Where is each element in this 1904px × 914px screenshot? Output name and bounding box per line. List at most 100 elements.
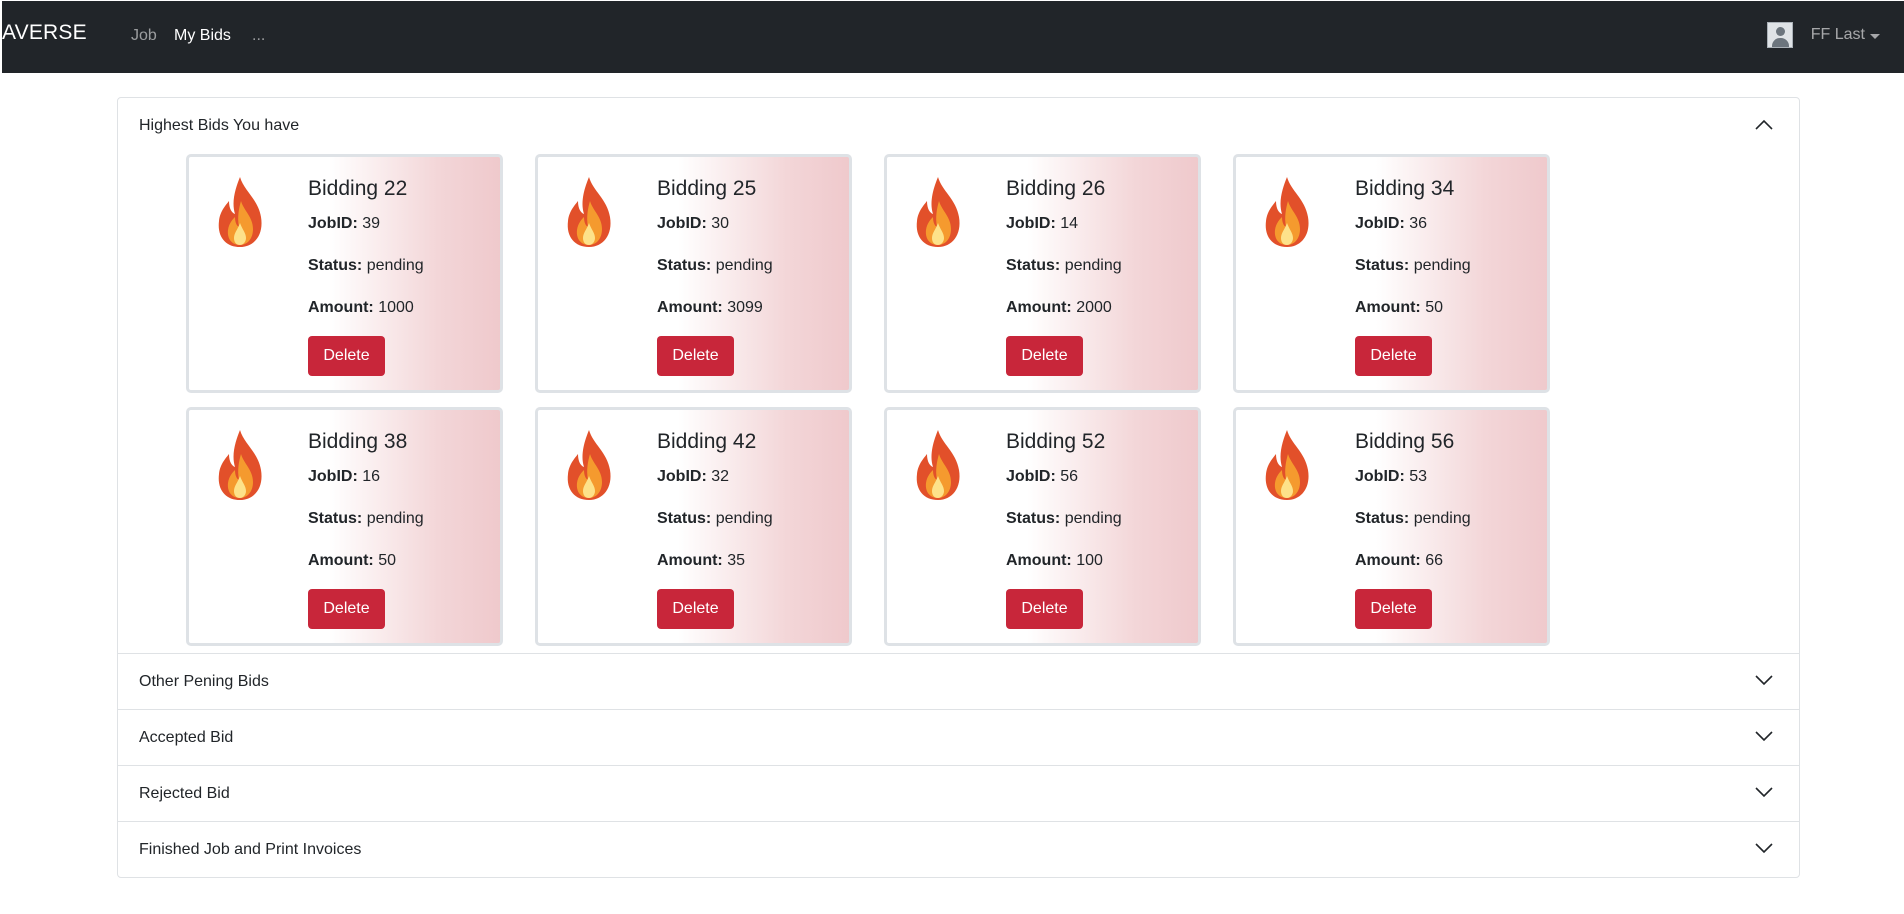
bid-amount: Amount: 35 [657,552,745,570]
bid-status: Status: pending [1006,510,1122,528]
brand-logo[interactable]: AVERSE [2,21,87,45]
amount-value: 3099 [727,299,763,316]
amount-value: 50 [1425,299,1444,316]
amount-label: Amount: [308,552,374,569]
amount-label: Amount: [657,552,723,569]
bid-amount: Amount: 2000 [1006,299,1112,317]
jobid-value: 56 [1060,468,1079,485]
nav-link-my-bids[interactable]: My Bids [174,27,231,45]
fire-icon [218,177,262,247]
bid-card-title: Bidding 22 [308,177,408,200]
amount-value: 100 [1076,552,1103,569]
status-value: pending [1413,257,1471,274]
accordion-header-finished-jobs[interactable]: Finished Job and Print Invoices [118,822,1799,877]
accordion-section-finished-jobs: Finished Job and Print Invoices [118,821,1799,877]
delete-bid-button[interactable]: Delete [1006,336,1083,376]
accordion-section-other-pending-bids: Other Pening Bids [118,653,1799,709]
amount-label: Amount: [1006,552,1072,569]
bids-accordion: Highest Bids You have Bidding 22 JobID: 3… [117,97,1800,878]
accordion-title: Highest Bids You have [139,117,300,134]
nav-link-more[interactable]: ... [252,27,265,45]
bid-jobid: JobID: 53 [1355,468,1427,486]
bid-jobid: JobID: 30 [657,215,729,233]
accordion-header-accepted-bid[interactable]: Accepted Bid [118,710,1799,765]
delete-bid-button[interactable]: Delete [657,336,734,376]
accordion-section-accepted-bid: Accepted Bid [118,709,1799,765]
bid-amount: Amount: 66 [1355,552,1443,570]
delete-bid-button[interactable]: Delete [657,589,734,629]
amount-label: Amount: [1355,299,1421,316]
delete-bid-button[interactable]: Delete [308,336,385,376]
bid-card: Bidding 26 JobID: 14 Status: pending Amount… [884,154,1201,393]
bid-jobid: JobID: 32 [657,468,729,486]
bid-card: Bidding 38 JobID: 16 Status: pending Amount… [186,407,503,646]
status-label: Status: [1006,510,1061,527]
user-name: FF Last [1810,26,1865,43]
accordion-header-rejected-bid[interactable]: Rejected Bid [118,766,1799,821]
bid-jobid: JobID: 36 [1355,215,1427,233]
status-value: pending [1064,510,1122,527]
jobid-label: JobID: [308,215,358,232]
bid-jobid: JobID: 56 [1006,468,1078,486]
fire-icon [218,430,262,500]
amount-value: 2000 [1076,299,1112,316]
jobid-label: JobID: [1355,215,1405,232]
chevron-down-icon [1755,675,1773,686]
bid-amount: Amount: 1000 [308,299,414,317]
delete-bid-button[interactable]: Delete [1355,589,1432,629]
bid-card: Bidding 25 JobID: 30 Status: pending Amount… [535,154,852,393]
avatar [1766,22,1793,48]
bid-jobid: JobID: 16 [308,468,380,486]
jobid-value: 53 [1409,468,1428,485]
status-value: pending [1413,510,1471,527]
accordion-title: Rejected Bid [139,784,230,802]
delete-bid-button[interactable]: Delete [1006,589,1083,629]
chevron-up-icon [1755,119,1773,130]
bid-card: Bidding 52 JobID: 56 Status: pending Amount… [884,407,1201,646]
accordion-section-highest-bids: Highest Bids You have Bidding 22 JobID: 3… [118,98,1799,653]
jobid-label: JobID: [657,215,707,232]
accordion-title: Accepted Bid [139,728,234,746]
fire-icon [916,177,960,247]
fire-icon [1265,430,1309,500]
amount-label: Amount: [1355,552,1421,569]
amount-label: Amount: [1006,299,1072,316]
bid-card-title: Bidding 56 [1355,430,1455,453]
bid-card: Bidding 34 JobID: 36 Status: pending Amount… [1233,154,1550,393]
highest-bids-card-grid: Bidding 22 JobID: 39 Status: pending Amount… [118,154,1799,653]
nav-link-job[interactable]: Job [131,27,157,45]
bid-status: Status: pending [657,257,773,275]
jobid-label: JobID: [657,468,707,485]
status-label: Status: [657,257,712,274]
accordion-title: Other Pening Bids [139,672,269,690]
bid-card-title: Bidding 25 [657,177,757,200]
bid-status: Status: pending [308,257,424,275]
bid-jobid: JobID: 39 [308,215,380,233]
jobid-label: JobID: [1006,215,1056,232]
amount-label: Amount: [308,299,374,316]
chevron-down-icon [1755,843,1773,854]
top-navbar: AVERSE Job My Bids ... FF Last [2,1,1904,73]
user-menu[interactable]: FF Last [1766,21,1880,49]
status-value: pending [1064,257,1122,274]
chevron-down-icon [1755,787,1773,798]
status-value: pending [715,510,773,527]
status-label: Status: [1355,257,1410,274]
fire-icon [1265,177,1309,247]
jobid-value: 36 [1409,215,1428,232]
bid-card-title: Bidding 26 [1006,177,1106,200]
delete-bid-button[interactable]: Delete [308,589,385,629]
accordion-header-highest-bids[interactable]: Highest Bids You have [118,98,1799,154]
jobid-value: 30 [711,215,730,232]
jobid-value: 32 [711,468,730,485]
accordion-header-other-pending-bids[interactable]: Other Pening Bids [118,654,1799,709]
accordion-title: Finished Job and Print Invoices [139,840,362,858]
bid-card: Bidding 56 JobID: 53 Status: pending Amount… [1233,407,1550,646]
status-value: pending [366,257,424,274]
bid-card: Bidding 42 JobID: 32 Status: pending Amount… [535,407,852,646]
delete-bid-button[interactable]: Delete [1355,336,1432,376]
jobid-value: 14 [1060,215,1079,232]
chevron-down-icon [1755,731,1773,742]
jobid-label: JobID: [1355,468,1405,485]
bid-amount: Amount: 100 [1006,552,1103,570]
